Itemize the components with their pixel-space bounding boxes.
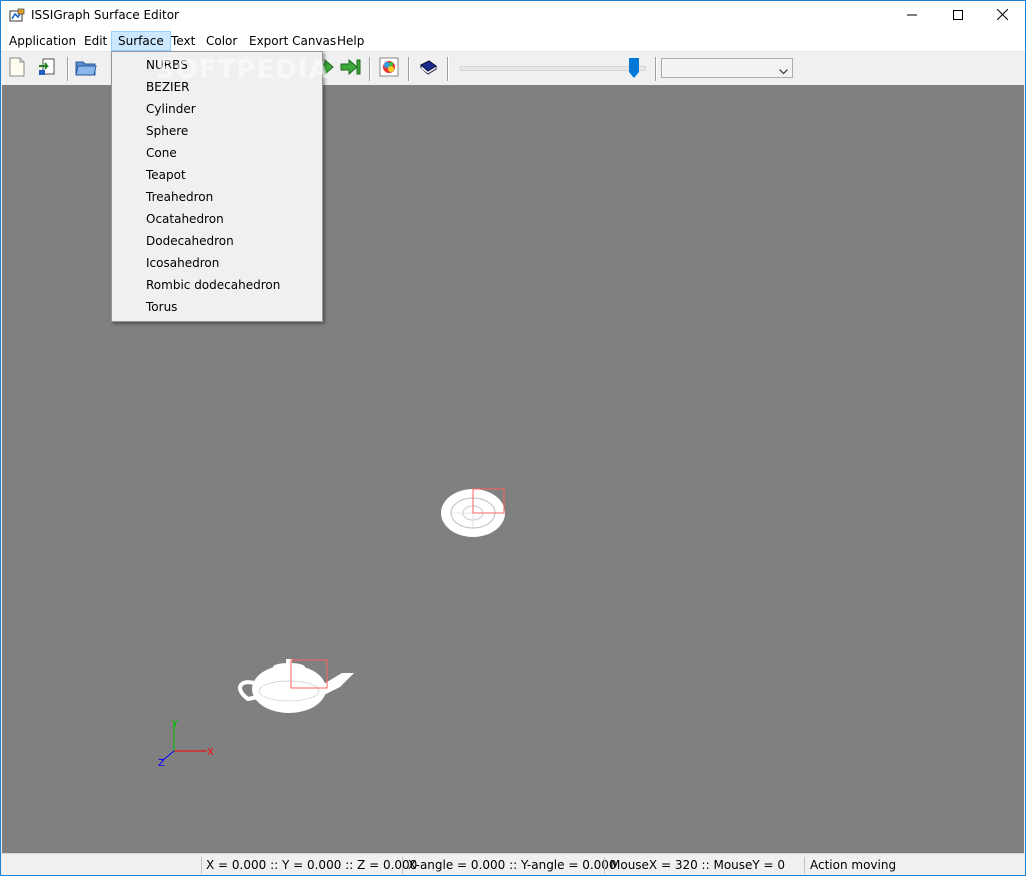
app-window: ISSIGraph Surface Editor Application Edi… (0, 0, 1026, 876)
open-button[interactable] (74, 56, 98, 80)
book-icon (418, 57, 438, 80)
watermark: SOFTPEDIA (156, 55, 330, 85)
surface-menu-item-dodecahedron[interactable]: Dodecahedron (146, 230, 234, 252)
window-title: ISSIGraph Surface Editor (31, 8, 179, 22)
arrow-last-icon (340, 57, 362, 80)
surface-menu-item-teapot[interactable]: Teapot (146, 164, 186, 186)
status-action: Action moving (810, 858, 897, 872)
z-axis-label: Z (158, 758, 165, 769)
surface-dropdown-menu: NURBS BEZIER Cylinder Sphere Cone Teapot Treah… (111, 51, 323, 322)
toolbar-separator (447, 57, 449, 81)
status-divider (402, 857, 403, 874)
status-divider (804, 857, 805, 874)
menu-application[interactable]: Application (3, 31, 82, 51)
object-select[interactable] (661, 58, 793, 78)
status-mouse: MouseX = 320 :: MouseY = 0 (610, 858, 786, 872)
surface-menu-item-treahedron[interactable]: Treahedron (146, 186, 213, 208)
last-button[interactable] (339, 56, 363, 80)
import-icon (37, 57, 57, 80)
axes-gizmo: X Y Z (158, 719, 214, 769)
surface-menu-item-ocatahedron[interactable]: Ocatahedron (146, 208, 224, 230)
close-icon (996, 8, 1008, 23)
toolbar-separator (67, 57, 69, 81)
status-coordinates: X = 0.000 :: Y = 0.000 :: Z = 0.000 (206, 858, 418, 872)
color-palette-icon (378, 56, 400, 81)
status-divider (201, 857, 202, 874)
surface-menu-item-rombic-dodecahedron[interactable]: Rombic dodecahedron (146, 274, 280, 296)
teapot-object[interactable] (238, 659, 354, 713)
menu-help[interactable]: Help (331, 31, 370, 51)
zoom-slider-track[interactable] (460, 66, 646, 71)
x-axis-label: X (207, 747, 214, 758)
status-bar: X = 0.000 :: Y = 0.000 :: Z = 0.000 X-an… (1, 853, 1025, 875)
status-divider (604, 857, 605, 874)
menu-edit[interactable]: Edit (78, 31, 113, 51)
menu-export-canvas[interactable]: Export Canvas (243, 31, 342, 51)
menu-text[interactable]: Text (165, 31, 201, 51)
import-button[interactable] (35, 56, 59, 80)
app-icon (9, 8, 25, 24)
toolbar-separator (369, 57, 371, 81)
status-angles: X-angle = 0.000 :: Y-angle = 0.000 (408, 858, 617, 872)
new-button[interactable] (5, 56, 29, 80)
menu-surface[interactable]: Surface (111, 31, 171, 51)
close-button[interactable] (979, 1, 1025, 31)
minimize-button[interactable] (889, 1, 935, 31)
surface-menu-item-cylinder[interactable]: Cylinder (146, 98, 196, 120)
menu-color[interactable]: Color (200, 31, 243, 51)
open-folder-icon (75, 57, 97, 80)
torus-object[interactable] (441, 488, 505, 537)
y-axis-label: Y (171, 719, 179, 730)
toolbar-separator (655, 57, 657, 81)
help-book-button[interactable] (416, 56, 440, 80)
surface-menu-item-icosahedron[interactable]: Icosahedron (146, 252, 219, 274)
chevron-down-icon (779, 64, 788, 78)
surface-menu-item-sphere[interactable]: Sphere (146, 120, 188, 142)
new-document-icon (7, 57, 27, 80)
title-bar[interactable]: ISSIGraph Surface Editor (1, 1, 1025, 31)
surface-menu-item-cone[interactable]: Cone (146, 142, 177, 164)
maximize-button[interactable] (935, 1, 981, 31)
minimize-icon (907, 9, 917, 23)
toolbar-separator (408, 57, 410, 81)
menu-bar: Application Edit Surface Text Color Expo… (1, 31, 1025, 52)
maximize-icon (953, 9, 963, 23)
zoom-slider-thumb[interactable] (628, 58, 639, 78)
surface-menu-item-torus[interactable]: Torus (146, 296, 177, 318)
color-button[interactable] (377, 56, 401, 80)
